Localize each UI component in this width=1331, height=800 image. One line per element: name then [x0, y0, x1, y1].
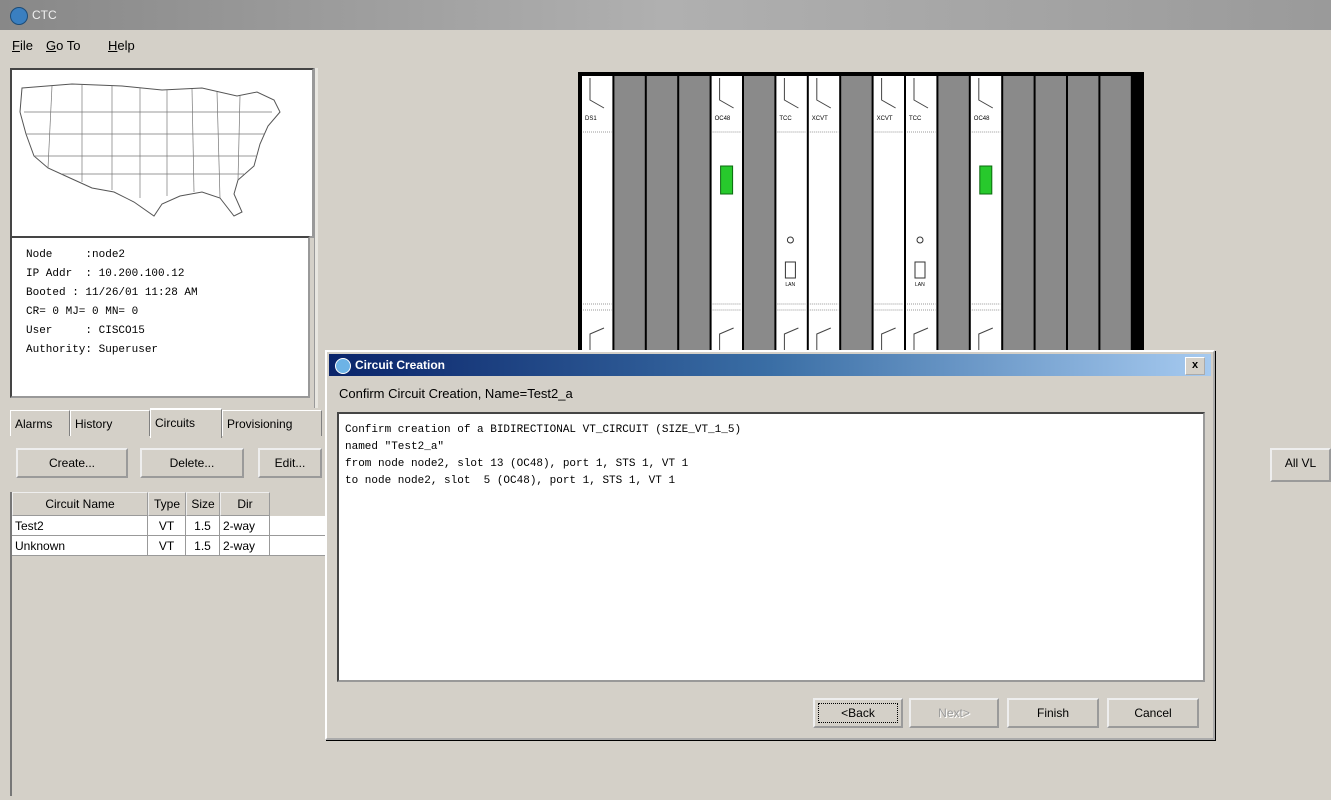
column-header-type[interactable]: Type — [148, 492, 186, 516]
circuits-table: Circuit Name Type Size Dir Test2 VT 1.5 … — [10, 492, 342, 796]
lan-port-icon — [784, 261, 796, 279]
node-info-line: User : CISCO15 — [26, 325, 145, 337]
close-icon[interactable]: x — [1185, 357, 1205, 375]
card-label: XCVT — [877, 116, 893, 122]
empty-slot — [1100, 76, 1131, 358]
confirmation-line: to node node2, slot 5 (OC48), port 1, ST… — [345, 475, 676, 487]
empty-slot — [679, 76, 710, 358]
empty-slot — [1035, 76, 1066, 358]
window-title: CTC — [32, 8, 57, 22]
column-header-size[interactable]: Size — [186, 492, 220, 516]
card-label: DS1 — [585, 116, 597, 122]
empty-slot — [646, 76, 678, 358]
empty-slot — [1068, 76, 1099, 358]
card-label: XCVT — [812, 116, 828, 122]
table-cell-type[interactable]: VT — [148, 516, 186, 536]
dialog-app-icon — [335, 358, 351, 374]
table-cell-name[interactable]: Unknown — [12, 536, 148, 556]
table-cell-dir[interactable]: 2-way — [220, 516, 270, 536]
table-cell-size[interactable]: 1.5 — [186, 536, 220, 556]
split-divider[interactable] — [314, 68, 318, 408]
empty-slot — [1003, 76, 1034, 358]
card-label: OC48 — [715, 116, 731, 122]
menu-file[interactable]: File — [12, 38, 33, 53]
app-globe-icon — [10, 7, 28, 25]
table-cell-type[interactable]: VT — [148, 536, 186, 556]
card-label: TCC — [779, 116, 792, 122]
shelf-view[interactable]: DS1 OC48 TCC LAN XCVT XCVT TCC LAN OC48 — [578, 72, 1144, 362]
shelf-graphic: DS1 OC48 TCC LAN XCVT XCVT TCC LAN OC48 — [582, 76, 1131, 358]
confirmation-line: from node node2, slot 13 (OC48), port 1,… — [345, 458, 689, 470]
confirmation-line: named "Test2_a" — [345, 441, 445, 453]
column-header-dir[interactable]: Dir — [220, 492, 270, 516]
node-info-line: CR= 0 MJ= 0 MN= 0 — [26, 306, 139, 318]
empty-slot — [841, 76, 872, 358]
lan-port-label: LAN — [915, 282, 925, 288]
edit-button[interactable]: Edit... — [258, 448, 322, 478]
dialog-title: Circuit Creation — [355, 358, 446, 372]
delete-button[interactable]: Delete... — [140, 448, 244, 478]
node-info-line: IP Addr : 10.200.100.12 — [26, 268, 185, 280]
empty-slot — [614, 76, 645, 358]
empty-slot — [938, 76, 969, 358]
tab-provisioning[interactable]: Provisioning — [222, 410, 322, 436]
back-button[interactable]: <Back — [813, 698, 903, 728]
table-cell-size[interactable]: 1.5 — [186, 516, 220, 536]
tab-alarms[interactable]: Alarms — [10, 410, 70, 436]
menu-help[interactable]: Help — [108, 38, 135, 53]
finish-button[interactable]: Finish — [1007, 698, 1099, 728]
empty-slot — [744, 76, 775, 358]
active-led-icon — [720, 165, 734, 195]
node-info-line: Authority: Superuser — [26, 344, 159, 356]
next-button[interactable]: Next> — [909, 698, 999, 728]
lan-port-icon — [914, 261, 926, 279]
create-button[interactable]: Create... — [16, 448, 128, 478]
tab-circuits[interactable]: Circuits — [150, 408, 222, 438]
card-label: TCC — [909, 116, 922, 122]
column-header-circuit-name[interactable]: Circuit Name — [12, 492, 148, 516]
table-cell-name[interactable]: Test2 — [12, 516, 148, 536]
confirmation-line: Confirm creation of a BIDIRECTIONAL VT_C… — [345, 424, 742, 436]
tab-history[interactable]: History — [70, 410, 150, 436]
dialog-subtitle: Confirm Circuit Creation, Name=Test2_a — [339, 386, 573, 401]
table-cell-dir[interactable]: 2-way — [220, 536, 270, 556]
node-info-panel: Node :node2 IP Addr : 10.200.100.12 Boot… — [10, 236, 310, 398]
all-vb-button[interactable]: All VL — [1270, 448, 1331, 482]
card-label: OC48 — [974, 116, 990, 122]
node-info-line: Node :node2 — [26, 249, 126, 261]
cancel-button[interactable]: Cancel — [1107, 698, 1199, 728]
dialog-titlebar[interactable]: Circuit Creation x — [329, 354, 1211, 376]
menu-bar: File Go To Help — [0, 34, 1331, 56]
network-map[interactable] — [10, 68, 314, 238]
menu-go-to[interactable]: Go To — [46, 38, 80, 53]
window-titlebar: CTC — [0, 0, 1331, 30]
lan-port-label: LAN — [785, 282, 795, 288]
node-info-line: Booted : 11/26/01 11:28 AM — [26, 287, 198, 299]
confirmation-text-area[interactable]: Confirm creation of a BIDIRECTIONAL VT_C… — [337, 412, 1205, 682]
active-led-icon — [979, 165, 993, 195]
us-map-icon — [19, 83, 281, 217]
circuit-creation-dialog: Circuit Creation x Confirm Circuit Creat… — [325, 350, 1215, 740]
